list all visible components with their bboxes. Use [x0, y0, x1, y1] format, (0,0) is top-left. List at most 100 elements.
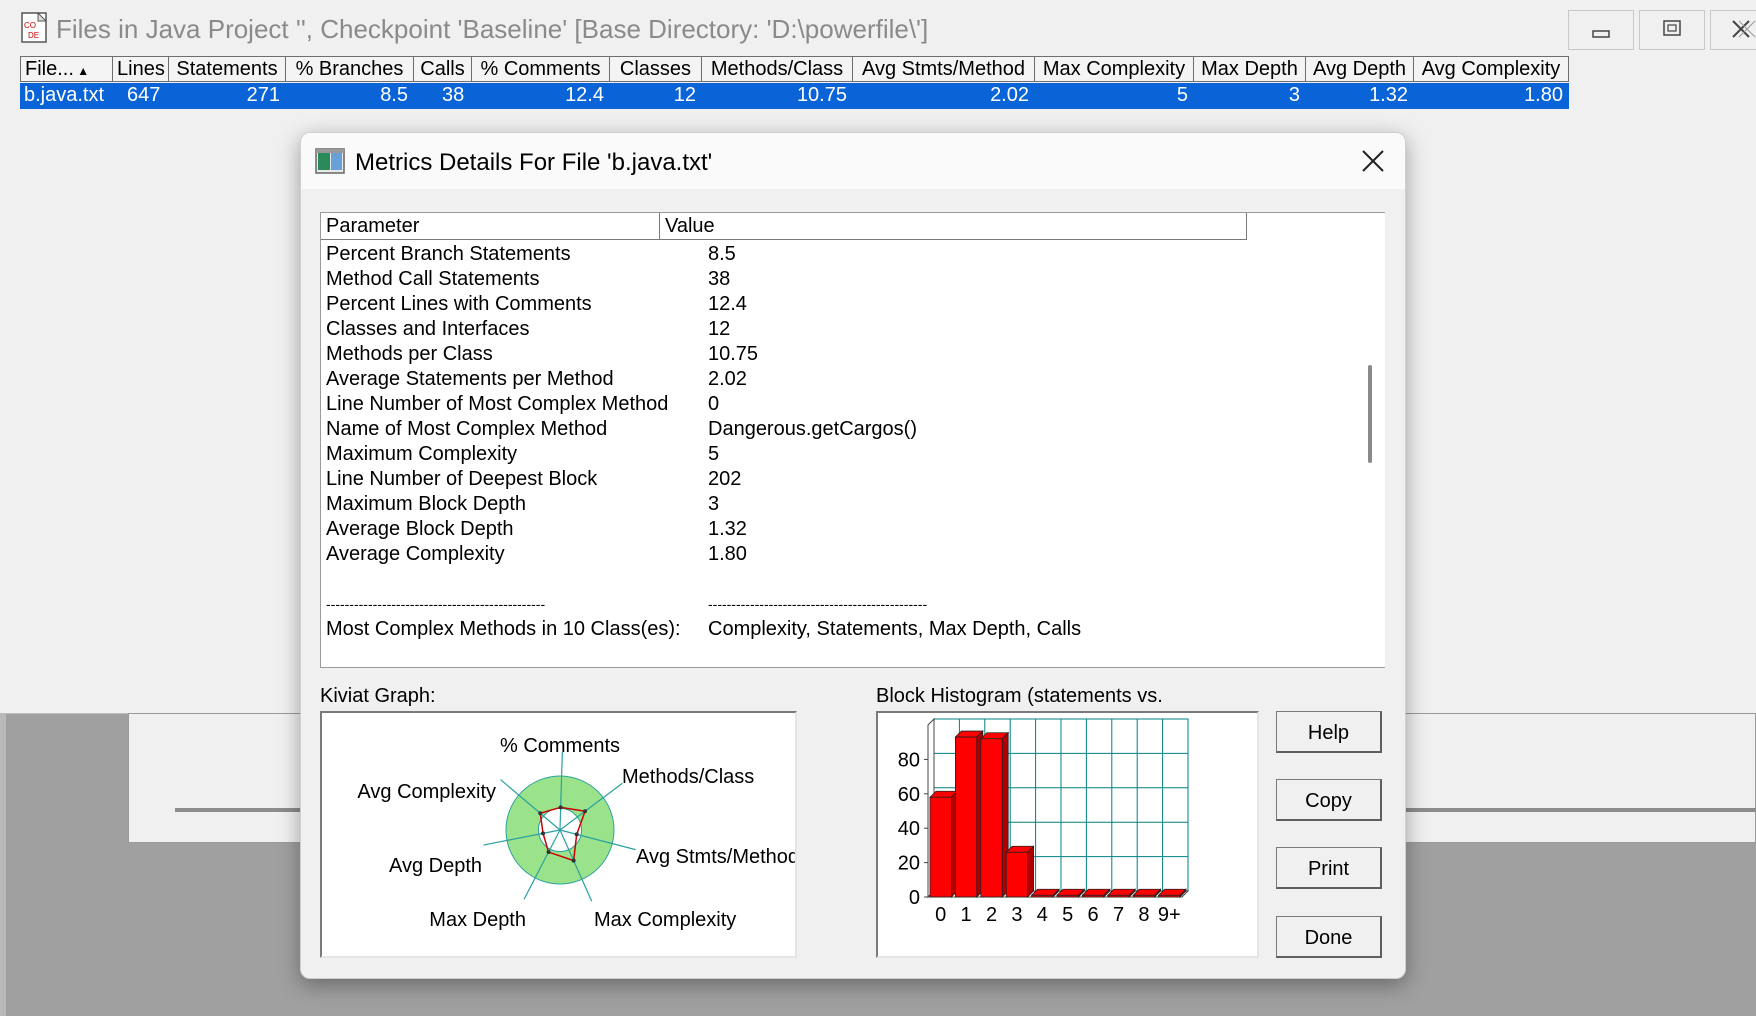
value-cell: 1.80: [708, 543, 747, 565]
table-row[interactable]: Percent Lines with Comments 12.4: [321, 292, 1303, 317]
column-header[interactable]: Avg Complexity: [1414, 56, 1569, 82]
parameter-cell: Maximum Block Depth: [326, 493, 527, 515]
kiviat-axis-label: Max Depth: [429, 909, 526, 931]
kiviat-chart: % CommentsMethods/Class Avg Stmts/Method M…: [357, 735, 799, 931]
table-cell: 3: [1288, 84, 1300, 106]
column-header[interactable]: Max Complexity: [1035, 56, 1194, 82]
minimize-icon: [1592, 30, 1610, 38]
y-tick-label: 80: [898, 749, 920, 771]
x-tick-label: 9+: [1158, 904, 1181, 926]
parameter-cell: Average Statements per Method: [326, 368, 614, 390]
histogram-bar: [929, 790, 959, 898]
x-tick-label: 2: [986, 904, 997, 926]
minimize-button[interactable]: [1568, 10, 1634, 50]
kiviat-point: [583, 809, 588, 814]
table-row[interactable]: Method Call Statements 38: [321, 267, 1303, 292]
done-button[interactable]: Done: [1276, 916, 1382, 958]
table-row[interactable]: b.java.txt 647 271 8.5 38 12.4 12 10.75 2.02 5 3 1.…: [20, 83, 1569, 109]
table-row[interactable]: Maximum Complexity 5: [321, 442, 1303, 467]
table-cell: b.java.txt: [24, 84, 105, 106]
table-row[interactable]: [321, 567, 1303, 592]
y-tick-label: 20: [898, 853, 920, 875]
bar-side: [1027, 845, 1035, 898]
table-row[interactable]: Classes and Interfaces 12: [321, 317, 1303, 342]
value-cell: 0: [708, 393, 720, 415]
bar-front: [1031, 894, 1054, 898]
column-header-value[interactable]: Value: [660, 213, 1247, 240]
value-cell: 2.02: [708, 368, 747, 390]
copy-button[interactable]: Copy: [1276, 779, 1382, 821]
help-button[interactable]: Help: [1276, 711, 1382, 753]
vertical-scrollbar[interactable]: [1353, 213, 1385, 667]
table-cell: 12: [673, 84, 696, 106]
kiviat-point: [538, 811, 543, 816]
close-window-button[interactable]: [1710, 10, 1756, 50]
parameter-cell: [321, 567, 703, 592]
x-tick-label: 5: [1062, 904, 1073, 926]
bar-front: [1158, 894, 1181, 898]
x-tick-label: 0: [935, 904, 946, 926]
maximize-icon: [1663, 20, 1681, 36]
column-header[interactable]: Avg Stmts/Method: [853, 56, 1035, 82]
table-row[interactable]: Average Complexity 1.80: [321, 542, 1303, 567]
column-header[interactable]: Avg Depth: [1306, 56, 1414, 82]
table-cell: 2.02: [990, 84, 1029, 106]
x-tick-label: 4: [1037, 904, 1048, 926]
kiviat-axis-label: Avg Complexity: [357, 781, 496, 803]
bar-front: [1005, 851, 1028, 898]
bar-front: [1081, 894, 1105, 898]
block-histogram-label: Block Histogram (statements vs.: [876, 685, 1163, 707]
table-row[interactable]: Maximum Block Depth 3: [321, 492, 1303, 517]
table-row[interactable]: Line Number of Most Complex Method 0: [321, 392, 1303, 417]
x-tick-label: 3: [1011, 904, 1022, 926]
column-header-parameter[interactable]: Parameter: [321, 213, 660, 240]
table-row[interactable]: Most Complex Methods in 10 Class(es): Com…: [321, 617, 1303, 642]
column-header[interactable]: Classes: [610, 56, 702, 82]
column-header[interactable]: % Branches: [286, 56, 414, 82]
parameter-cell: Name of Most Complex Method: [326, 418, 608, 440]
table-row[interactable]: Average Block Depth 1.32: [321, 517, 1303, 542]
parameter-cell: Percent Branch Statements: [326, 243, 571, 265]
column-header[interactable]: Max Depth: [1194, 56, 1306, 82]
value-cell: [703, 567, 1303, 592]
column-header[interactable]: Calls: [414, 56, 472, 82]
print-button[interactable]: Print: [1276, 847, 1382, 889]
parameter-cell: Methods per Class: [326, 343, 493, 365]
value-cell: 1.32: [708, 518, 747, 540]
histogram-chart: 0204060800 1 2 3 4 5 6 7 8 9+: [898, 717, 1190, 926]
column-header[interactable]: Lines: [113, 56, 169, 82]
kiviat-axis-label: Max Complexity: [594, 909, 736, 931]
x-tick-label: 6: [1088, 904, 1099, 926]
parameter-cell: Line Number of Most Complex Method: [326, 393, 669, 415]
table-row[interactable]: Average Statements per Method 2.02: [321, 367, 1303, 392]
kiviat-axis-label: Methods/Class: [622, 766, 754, 788]
column-header[interactable]: % Comments: [472, 56, 610, 82]
column-header[interactable]: File... ▲: [20, 56, 113, 82]
parameter-cell: Method Call Statements: [326, 268, 540, 290]
table-row[interactable]: ----------------------------------------…: [321, 592, 1303, 617]
table-row[interactable]: Name of Most Complex Method Dangerous.get…: [321, 417, 1303, 442]
kiviat-axis-label: Avg Depth: [389, 855, 482, 877]
table-row[interactable]: Line Number of Deepest Block 202: [321, 467, 1303, 492]
histogram-bar: [1005, 845, 1035, 898]
scrollbar-thumb[interactable]: [1368, 365, 1372, 463]
value-cell: 10.75: [708, 343, 759, 365]
metrics-details-dialog: Metrics Details For File 'b.java.txt' Pa…: [300, 132, 1406, 979]
table-row[interactable]: Methods per Class 10.75: [321, 342, 1303, 367]
bar-front: [1132, 894, 1155, 898]
y-tick-label: 0: [909, 887, 920, 909]
block-histogram: 0 20 40 60 80 0 1 2 3 4 5 6 7 8 9+: [876, 711, 1259, 958]
close-icon: [1732, 20, 1756, 38]
table-cell: 1.32: [1369, 84, 1408, 106]
table-row[interactable]: Percent Branch Statements 8.5: [321, 242, 1303, 267]
column-header[interactable]: Methods/Class: [702, 56, 853, 82]
maximize-button[interactable]: [1639, 10, 1705, 50]
kiviat-point: [571, 858, 576, 863]
metrics-table[interactable]: Parameter Value Percent Branch Statement…: [320, 212, 1385, 668]
table-cell: 38: [442, 84, 465, 106]
parameter-cell: Maximum Complexity: [326, 443, 518, 465]
dialog-close-button[interactable]: [1353, 143, 1393, 179]
value-cell: 38: [708, 268, 731, 290]
close-icon: [1362, 150, 1384, 172]
column-header[interactable]: Statements: [169, 56, 286, 82]
